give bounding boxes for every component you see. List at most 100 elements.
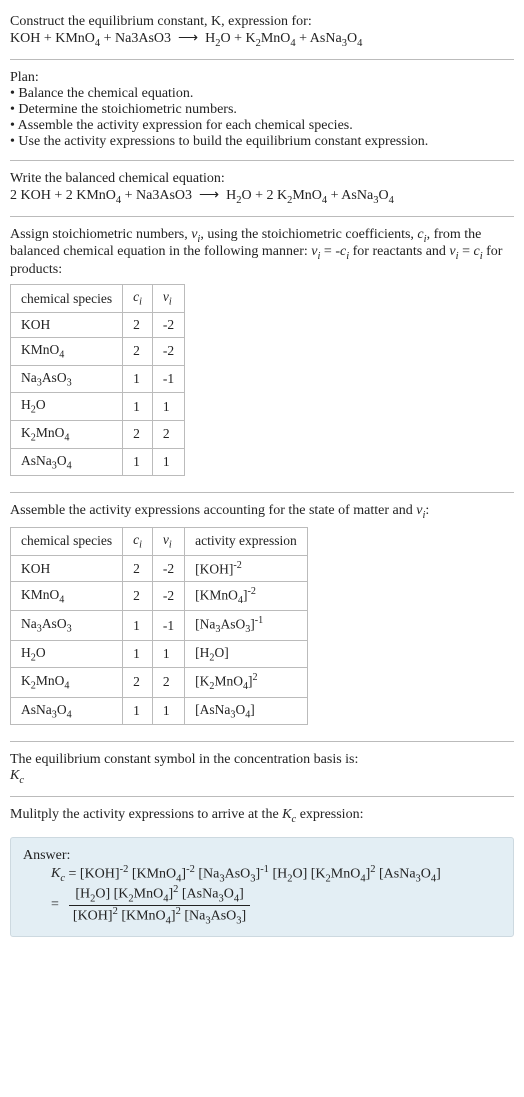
cell-v: 1: [152, 697, 184, 725]
table-row: Na3AsO31-1: [11, 365, 185, 393]
cell-species: K2MnO4: [11, 420, 123, 448]
cell-expr: [H2O]: [185, 640, 308, 668]
balanced-title: Write the balanced chemical equation:: [10, 171, 514, 187]
table-row: KOH2-2[KOH]-2: [11, 555, 308, 582]
cell-species: H2O: [11, 393, 123, 421]
cell-v: -2: [152, 582, 184, 611]
table-row: KMnO42-2: [11, 337, 185, 365]
cell-species: KOH: [11, 312, 123, 337]
table-row: AsNa3O411[AsNa3O4]: [11, 697, 308, 725]
cell-expr: [Na3AsO3]-1: [185, 611, 308, 640]
cell-c: 1: [123, 640, 153, 668]
plan-item: • Balance the chemical equation.: [10, 86, 514, 102]
divider: [10, 216, 514, 217]
header-block: Construct the equilibrium constant, K, e…: [10, 8, 514, 55]
cell-species: Na3AsO3: [11, 365, 123, 393]
cell-v: 1: [152, 640, 184, 668]
cell-species: KOH: [11, 555, 123, 582]
table-header-row: chemical species ci νi activity expressi…: [11, 528, 308, 556]
activity-block: Assemble the activity expressions accoun…: [10, 497, 514, 737]
symbol-block: The equilibrium constant symbol in the c…: [10, 746, 514, 792]
multiply-line: Mulitply the activity expressions to arr…: [10, 807, 514, 825]
header-line1: Construct the equilibrium constant, K, e…: [10, 14, 514, 30]
cell-v: 1: [152, 393, 184, 421]
cell-species: KMnO4: [11, 337, 123, 365]
activity-table: chemical species ci νi activity expressi…: [10, 527, 308, 725]
cell-c: 1: [123, 365, 153, 393]
divider: [10, 796, 514, 797]
cell-species: AsNa3O4: [11, 448, 123, 476]
plan-title: Plan:: [10, 70, 514, 86]
col-c: ci: [123, 528, 153, 556]
cell-v: -2: [152, 555, 184, 582]
table-header-row: chemical species ci νi: [11, 285, 185, 313]
cell-expr: [KMnO4]-2: [185, 582, 308, 611]
fraction-denominator: [KOH]2 [KMnO4]2 [Na3AsO3]: [69, 906, 250, 926]
cell-species: K2MnO4: [11, 668, 123, 697]
cell-v: 1: [152, 448, 184, 476]
table-row: Na3AsO31-1[Na3AsO3]-1: [11, 611, 308, 640]
symbol-line1: The equilibrium constant symbol in the c…: [10, 752, 514, 768]
answer-body: Kc = [KOH]-2 [KMnO4]-2 [Na3AsO3]-1 [H2O]…: [51, 864, 501, 926]
col-species: chemical species: [11, 528, 123, 556]
cell-expr: [KOH]-2: [185, 555, 308, 582]
cell-v: -1: [152, 611, 184, 640]
cell-expr: [AsNa3O4]: [185, 697, 308, 725]
stoich-table: chemical species ci νi KOH2-2 KMnO42-2 N…: [10, 284, 185, 476]
divider: [10, 741, 514, 742]
symbol-kc: Kc: [10, 768, 514, 786]
cell-c: 1: [123, 697, 153, 725]
plan-item: • Use the activity expressions to build …: [10, 134, 514, 150]
cell-species: KMnO4: [11, 582, 123, 611]
table-row: KOH2-2: [11, 312, 185, 337]
plan-block: Plan: • Balance the chemical equation. •…: [10, 64, 514, 156]
table-row: H2O11: [11, 393, 185, 421]
col-c: ci: [123, 285, 153, 313]
stoich-intro: Assign stoichiometric numbers, νi, using…: [10, 227, 514, 279]
divider: [10, 492, 514, 493]
divider: [10, 59, 514, 60]
cell-c: 2: [123, 420, 153, 448]
table-row: K2MnO422: [11, 420, 185, 448]
answer-flat-expression: Kc = [KOH]-2 [KMnO4]-2 [Na3AsO3]-1 [H2O]…: [51, 864, 501, 884]
fraction: [H2O] [K2MnO4]2 [AsNa3O4] [KOH]2 [KMnO4]…: [69, 884, 250, 926]
plan-item: • Assemble the activity expression for e…: [10, 118, 514, 134]
stoich-block: Assign stoichiometric numbers, νi, using…: [10, 221, 514, 489]
table-row: H2O11[H2O]: [11, 640, 308, 668]
multiply-block: Mulitply the activity expressions to arr…: [10, 801, 514, 831]
fraction-numerator: [H2O] [K2MnO4]2 [AsNa3O4]: [69, 884, 250, 905]
table-row: K2MnO422[K2MnO4]2: [11, 668, 308, 697]
header-equation: KOH + KMnO4 + Na3AsO3 ⟶ H2O + K2MnO4 + A…: [10, 30, 514, 49]
col-v: νi: [152, 528, 184, 556]
cell-c: 1: [123, 611, 153, 640]
cell-c: 2: [123, 582, 153, 611]
balanced-equation: 2 KOH + 2 KMnO4 + Na3AsO3 ⟶ H2O + 2 K2Mn…: [10, 187, 514, 206]
cell-v: 2: [152, 668, 184, 697]
table-row: KMnO42-2[KMnO4]-2: [11, 582, 308, 611]
cell-c: 2: [123, 668, 153, 697]
cell-species: AsNa3O4: [11, 697, 123, 725]
col-species: chemical species: [11, 285, 123, 313]
cell-c: 1: [123, 393, 153, 421]
cell-expr: [K2MnO4]2: [185, 668, 308, 697]
cell-v: 2: [152, 420, 184, 448]
cell-v: -1: [152, 365, 184, 393]
answer-fraction-expression: = [H2O] [K2MnO4]2 [AsNa3O4] [KOH]2 [KMnO…: [51, 884, 501, 926]
cell-c: 2: [123, 337, 153, 365]
balanced-block: Write the balanced chemical equation: 2 …: [10, 165, 514, 212]
cell-c: 2: [123, 312, 153, 337]
cell-species: H2O: [11, 640, 123, 668]
cell-v: -2: [152, 312, 184, 337]
cell-c: 2: [123, 555, 153, 582]
plan-item: • Determine the stoichiometric numbers.: [10, 102, 514, 118]
cell-v: -2: [152, 337, 184, 365]
table-row: AsNa3O411: [11, 448, 185, 476]
col-expr: activity expression: [185, 528, 308, 556]
activity-intro: Assemble the activity expressions accoun…: [10, 503, 514, 521]
answer-box: Answer: Kc = [KOH]-2 [KMnO4]-2 [Na3AsO3]…: [10, 837, 514, 937]
divider: [10, 160, 514, 161]
col-v: νi: [152, 285, 184, 313]
cell-species: Na3AsO3: [11, 611, 123, 640]
cell-c: 1: [123, 448, 153, 476]
answer-label: Answer:: [23, 848, 501, 864]
